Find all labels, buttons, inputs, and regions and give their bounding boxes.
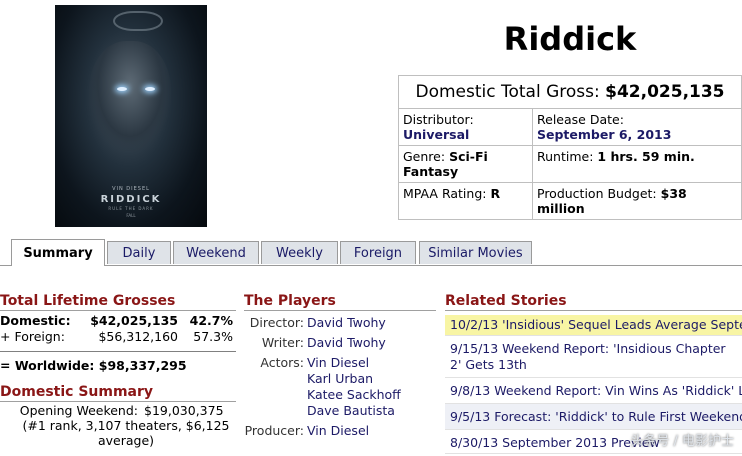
runtime-value: 1 hrs. 59 min. (597, 149, 695, 164)
grosses-row: Domestic: $42,025,135 42.7% (0, 313, 236, 329)
poster-release: FALL (126, 213, 136, 218)
domestic-total-label: Domestic Total Gross: (415, 82, 600, 102)
opening-weekend-value: $19,030,375 (144, 403, 224, 418)
actor-link[interactable]: Dave Bautista (307, 403, 401, 419)
budget-cell: Production Budget: $38 million (533, 183, 741, 219)
poster-face (89, 41, 171, 151)
glowing-eye-left (117, 87, 127, 91)
actor-link[interactable]: Vin Diesel (307, 355, 401, 371)
rating-label: MPAA Rating: (403, 186, 487, 201)
actor-link[interactable]: Katee Sackhoff (307, 387, 401, 403)
info-row: MPAA Rating: R Production Budget: $38 mi… (399, 183, 741, 219)
glowing-eye-right (145, 87, 155, 91)
movie-poster: VIN DIESEL RIDDICK RULE THE DARK FALL (55, 5, 207, 227)
poster-actor: VIN DIESEL (112, 186, 150, 192)
movie-title: Riddick (503, 20, 637, 58)
runtime-cell: Runtime: 1 hrs. 59 min. (533, 146, 741, 182)
writer-label: Writer: (261, 335, 304, 350)
players-heading: The Players (244, 293, 436, 311)
domestic-value: $42,025,135 (90, 313, 178, 328)
producer-link[interactable]: Vin Diesel (307, 423, 369, 439)
producer-label: Producer: (244, 423, 304, 438)
story-link[interactable]: 10/2/13 'Insidious' Sequel Leads Average… (445, 315, 742, 336)
budget-label: Production Budget: (537, 186, 657, 201)
foreign-percent: 57.3% (193, 329, 233, 344)
release-date-cell: Release Date: September 6, 2013 (533, 109, 741, 145)
movie-info-table: Domestic Total Gross: $42,025,135 Distri… (398, 75, 742, 220)
actors-list: Vin Diesel Karl Urban Katee Sackhoff Dav… (307, 355, 401, 419)
actors-label: Actors: (260, 355, 304, 370)
writer-link[interactable]: David Twohy (307, 335, 386, 351)
grosses-table: Domestic: $42,025,135 42.7% + Foreign: $… (0, 313, 236, 345)
rating-value: R (490, 186, 501, 201)
tab-summary[interactable]: Summary (11, 239, 105, 266)
tab-foreign[interactable]: Foreign (340, 241, 416, 264)
domestic-total-gross: Domestic Total Gross: $42,025,135 (399, 76, 741, 109)
distributor-link[interactable]: Universal (403, 127, 469, 142)
story-link[interactable]: 9/8/13 Weekend Report: Vin Wins As 'Ridd… (445, 378, 742, 404)
runtime-label: Runtime: (537, 149, 594, 164)
tab-weekly[interactable]: Weekly (261, 241, 338, 264)
domestic-total-value: $42,025,135 (605, 82, 725, 102)
tab-weekend[interactable]: Weekend (173, 241, 259, 264)
goggles-shape (113, 11, 163, 31)
opening-weekend-detail: (#1 rank, 3,107 theaters, $6,125 average… (22, 418, 230, 448)
actor-link[interactable]: Karl Urban (307, 371, 401, 387)
distributor-cell: Distributor: Universal (399, 109, 533, 145)
director-label: Director: (249, 315, 304, 330)
director-link[interactable]: David Twohy (307, 315, 386, 331)
story-link[interactable]: 9/5/13 Forecast: 'Riddick' to Rule First… (445, 404, 742, 430)
tab-similar-movies[interactable]: Similar Movies (419, 241, 532, 264)
worldwide-label: = Worldwide: (0, 358, 95, 373)
grosses-row: + Foreign: $56,312,160 57.3% (0, 329, 236, 345)
tab-bar: Summary Daily Weekend Weekly Foreign Sim… (0, 239, 742, 266)
total-grosses-heading: Total Lifetime Grosses (0, 293, 236, 311)
opening-weekend: Opening Weekend: $19,030,375 (#1 rank, 3… (0, 403, 236, 448)
grosses-column: Total Lifetime Grosses Domestic: $42,025… (0, 293, 236, 448)
opening-weekend-label: Opening Weekend: (19, 403, 138, 418)
rating-cell: MPAA Rating: R (399, 183, 533, 219)
domestic-percent: 42.7% (189, 313, 233, 328)
watermark: 头条号 / 电影护士 (630, 434, 734, 449)
players-column: The Players Director: David Twohy Writer… (244, 293, 436, 439)
tab-daily[interactable]: Daily (107, 241, 171, 264)
foreign-label: + Foreign: (0, 329, 65, 344)
worldwide-row: = Worldwide: $98,337,295 (0, 351, 236, 374)
domestic-label: Domestic: (0, 313, 71, 328)
story-link[interactable]: 9/15/13 Weekend Report: 'Insidious Chapt… (445, 336, 742, 378)
related-stories-heading: Related Stories (445, 293, 742, 311)
director-row: Director: David Twohy (244, 315, 436, 331)
writer-row: Writer: David Twohy (244, 335, 436, 351)
worldwide-value: $98,337,295 (98, 358, 187, 373)
poster-tagline: RULE THE DARK (108, 206, 154, 211)
genre-cell: Genre: Sci-Fi Fantasy (399, 146, 533, 182)
info-row: Distributor: Universal Release Date: Sep… (399, 109, 741, 146)
actors-row: Actors: Vin Diesel Karl Urban Katee Sack… (244, 355, 436, 419)
genre-label: Genre: (403, 149, 446, 164)
release-date-label: Release Date: (537, 112, 624, 127)
domestic-summary-heading: Domestic Summary (0, 384, 236, 402)
poster-title: RIDDICK (100, 194, 162, 205)
producer-row: Producer: Vin Diesel (244, 423, 436, 439)
info-row: Genre: Sci-Fi Fantasy Runtime: 1 hrs. 59… (399, 146, 741, 183)
distributor-label: Distributor: (403, 112, 474, 127)
foreign-value: $56,312,160 (98, 329, 178, 344)
release-date-link[interactable]: September 6, 2013 (537, 127, 671, 142)
